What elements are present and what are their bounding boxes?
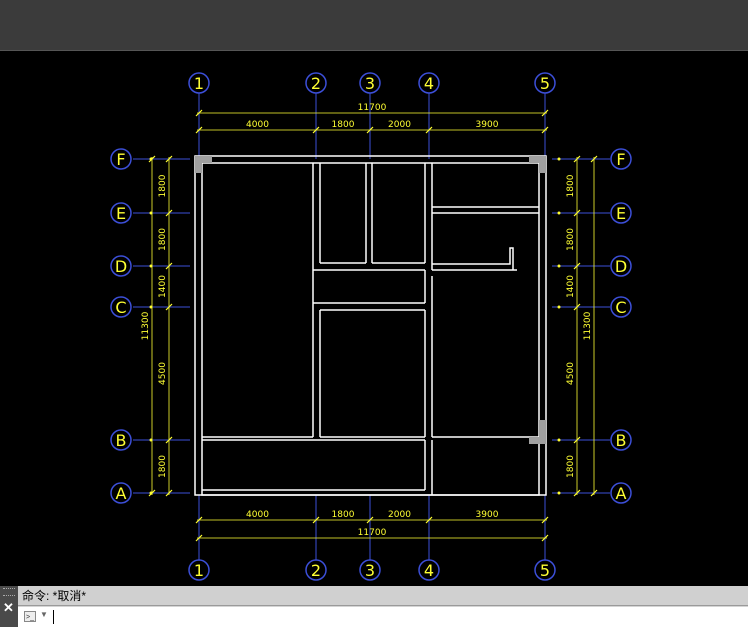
dim-total-left: 11300 xyxy=(141,311,151,340)
grid-bubble-right-C-label: C xyxy=(615,298,626,317)
command-prompt-icon[interactable]: >_ xyxy=(24,611,36,622)
dim-right-3: 4500 xyxy=(566,362,576,385)
grid-bubble-top-1-label: 1 xyxy=(194,74,204,93)
grid-bubble-top-5-label: 5 xyxy=(540,74,550,93)
dim-dot xyxy=(557,264,561,268)
dim-right-4: 1800 xyxy=(566,455,576,478)
close-icon[interactable]: ✕ xyxy=(3,600,14,616)
dim-top-0: 4000 xyxy=(246,120,269,130)
text-caret xyxy=(53,610,54,624)
dimension-labels: 11700 4000 1800 2000 3900 11700 4000 1800 2000 39… xyxy=(141,103,593,538)
dim-right-2: 1400 xyxy=(566,275,576,298)
dim-bottom-0: 4000 xyxy=(246,510,269,520)
floor-plan-walls xyxy=(194,155,547,496)
dim-top-2: 2000 xyxy=(388,120,411,130)
dim-total-top: 11700 xyxy=(358,103,387,113)
dim-left-2: 1400 xyxy=(158,275,168,298)
dim-top-3: 3900 xyxy=(476,120,499,130)
grid-bubble-left-A-label: A xyxy=(116,484,127,503)
dim-dot xyxy=(557,211,561,215)
command-line-window: ✕ 命令: *取消* >_ ▼ xyxy=(0,586,748,627)
grid-bubble-top-3-label: 3 xyxy=(365,74,375,93)
dim-dot xyxy=(557,491,561,495)
grid-bubble-right-E-label: E xyxy=(616,204,626,223)
grip-icon[interactable] xyxy=(3,588,15,596)
grid-bubble-right-A-label: A xyxy=(616,484,627,503)
dim-left-3: 4500 xyxy=(158,362,168,385)
dim-dot xyxy=(557,157,561,161)
dim-right-1: 1800 xyxy=(566,228,576,251)
dim-dot xyxy=(557,305,561,309)
grid-bubble-left-D-label: D xyxy=(115,257,127,276)
grid-bubble-bottom-1-label: 1 xyxy=(194,561,204,580)
grid-bubbles: 1 1 2 2 3 3 4 4 5 5 F F E E D D C C B B A A xyxy=(110,72,632,581)
dim-dot xyxy=(557,438,561,442)
dim-bottom-2: 2000 xyxy=(388,510,411,520)
grid-bubble-left-F-label: F xyxy=(116,150,125,169)
dim-left-0: 1800 xyxy=(158,174,168,197)
dim-dot xyxy=(149,438,153,442)
grid-bubble-left-E-label: E xyxy=(116,204,126,223)
dim-top-1: 1800 xyxy=(332,120,355,130)
dim-right-0: 1800 xyxy=(566,174,576,197)
dim-left-4: 1800 xyxy=(158,455,168,478)
grid-bubble-top-4-label: 4 xyxy=(424,74,434,93)
dim-bottom-1: 1800 xyxy=(332,510,355,520)
command-line-handle[interactable]: ✕ xyxy=(0,586,18,627)
dim-dot xyxy=(149,211,153,215)
dim-dot xyxy=(149,264,153,268)
structural-columns xyxy=(195,156,546,444)
grid-bubble-right-B-label: B xyxy=(616,431,627,450)
grid-bubble-top-2-label: 2 xyxy=(311,74,321,93)
grid-bubble-right-F-label: F xyxy=(616,150,625,169)
dimension-lines xyxy=(148,109,598,542)
dim-left-1: 1800 xyxy=(158,228,168,251)
grid-bubble-right-D-label: D xyxy=(615,257,627,276)
grid-bubble-bottom-2-label: 2 xyxy=(311,561,321,580)
command-input[interactable] xyxy=(52,609,742,625)
command-input-row[interactable]: >_ ▼ xyxy=(18,607,748,627)
dim-bottom-3: 3900 xyxy=(476,510,499,520)
dim-total-bottom: 11700 xyxy=(358,528,387,538)
grid-bubble-left-C-label: C xyxy=(115,298,126,317)
ribbon-toolbar-area xyxy=(0,0,748,51)
grid-bubble-bottom-3-label: 3 xyxy=(365,561,375,580)
grid-bubble-left-B-label: B xyxy=(116,431,127,450)
command-history: 命令: *取消* xyxy=(18,586,748,606)
dim-dot xyxy=(149,305,153,309)
drawing-canvas[interactable]: 11700 4000 1800 2000 3900 11700 4000 1800 2000 39… xyxy=(0,51,748,586)
dim-total-right: 11300 xyxy=(583,311,593,340)
chevron-down-icon[interactable]: ▼ xyxy=(40,610,48,619)
grid-bubble-bottom-5-label: 5 xyxy=(540,561,550,580)
grid-bubble-bottom-4-label: 4 xyxy=(424,561,434,580)
